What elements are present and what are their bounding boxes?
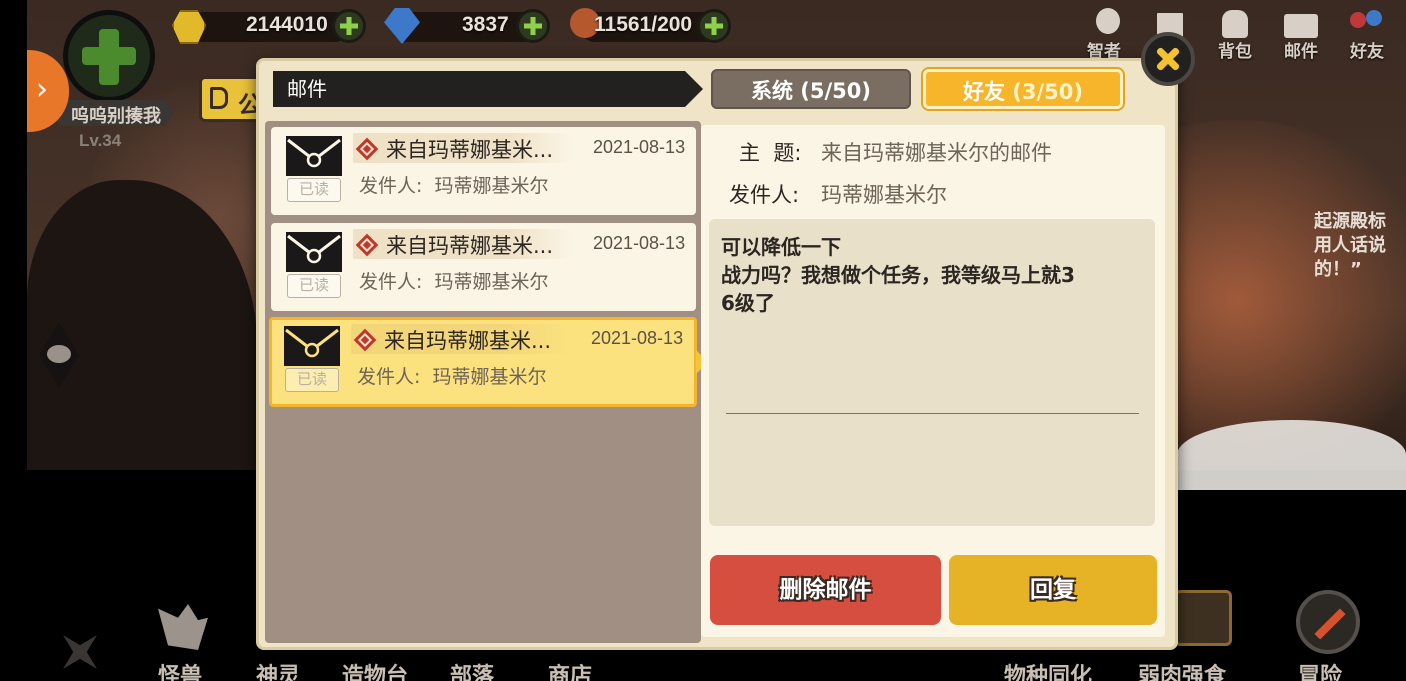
mail-list: 已读 来自玛蒂娜基米... 2021-08-13 发件人: 玛蒂娜基米尔 已读 — [265, 121, 708, 643]
bottom-nav-survival[interactable]: 弱肉强食 — [1138, 658, 1226, 681]
player-level: Lv.34 — [79, 131, 122, 150]
stamina-value: 11561/200 — [594, 13, 693, 36]
mail-list-item-selected[interactable]: 已读 来自玛蒂娜基米... 2021-08-13 发件人: 玛蒂娜基米尔 — [269, 317, 708, 407]
ground-silhouette — [1177, 420, 1406, 490]
mail-list-item[interactable]: 已读 来自玛蒂娜基米... 2021-08-13 发件人: 玛蒂娜基米尔 — [271, 127, 696, 215]
mail-sender-label: 发件人: — [359, 271, 423, 293]
message-divider — [726, 413, 1139, 414]
message-body: 可以降低一下 战力吗？我想做个任务，我等级马上就3 6级了 — [709, 219, 1155, 526]
message-text: 可以降低一下 战力吗？我想做个任务，我等级马上就3 6级了 — [721, 235, 1075, 315]
detail-subject: 来自玛蒂娜基米尔的邮件 — [821, 141, 1052, 165]
bottom-nav-shop[interactable]: 商店 — [548, 658, 592, 681]
top-menu-label-mail: 邮件 — [1284, 42, 1318, 62]
gold-value: 2144010 — [246, 13, 328, 36]
read-badge: 已读 — [285, 368, 339, 392]
tab-system-count: (5/50) — [800, 79, 871, 103]
mail-sender-name: 玛蒂娜基米尔 — [434, 271, 549, 293]
mail-date: 2021-08-13 — [593, 137, 686, 157]
envelope-icon — [286, 232, 342, 272]
add-gold-button[interactable] — [332, 9, 366, 43]
mail-subject: 来自玛蒂娜基米... — [384, 329, 552, 353]
mail-dialog: 邮件 系统 (5/50) 好友 (3/50) 已读 来自玛蒂娜基米... 202… — [256, 58, 1178, 650]
mail-sender-name: 玛蒂娜基米尔 — [434, 175, 549, 197]
mail-list-item[interactable]: 已读 来自玛蒂娜基米... 2021-08-13 发件人: 玛蒂娜基米尔 — [271, 223, 696, 311]
mail-sender: 发件人: 玛蒂娜基米尔 — [359, 171, 549, 198]
chevron-right-icon: › — [36, 72, 48, 107]
mail-sender-name: 玛蒂娜基米尔 — [432, 366, 547, 388]
dialog-title: 邮件 — [273, 71, 703, 107]
mail-sender-label: 发件人: — [359, 175, 423, 197]
detail-subject-label: 主 题: — [739, 141, 802, 165]
side-npc-text: 起源殿标 用人话说 的！” — [1314, 211, 1386, 280]
bottom-nav-tribe[interactable]: 部落 — [450, 658, 494, 681]
close-icon[interactable] — [1141, 32, 1195, 86]
detail-sender-label: 发件人: — [729, 183, 800, 207]
tab-friends-count: (3/50) — [1012, 80, 1083, 104]
bottom-nav-adventure[interactable]: 冒险 — [1298, 658, 1342, 681]
tab-friends[interactable]: 好友 (3/50) — [923, 69, 1123, 109]
lightbulb-shape — [1096, 8, 1120, 34]
player-name: 呜呜别揍我 — [71, 106, 161, 127]
mail-subject: 来自玛蒂娜基米... — [386, 138, 554, 162]
top-menu-label-friends: 好友 — [1350, 42, 1384, 62]
bottom-nav-monster[interactable]: 怪兽 — [158, 658, 202, 681]
food-chain-icon[interactable] — [1174, 590, 1232, 646]
bottom-nav-assimilate[interactable]: 物种同化 — [1004, 658, 1092, 681]
tab-system[interactable]: 系统 (5/50) — [711, 69, 911, 109]
detail-sender: 玛蒂娜基米尔 — [821, 183, 947, 207]
mail-sender: 发件人: 玛蒂娜基米尔 — [357, 362, 547, 389]
top-menu-label-bag: 背包 — [1218, 42, 1252, 62]
reply-button[interactable]: 回复 — [949, 555, 1157, 625]
compass-icon[interactable] — [1296, 590, 1360, 654]
mail-date: 2021-08-13 — [593, 233, 686, 253]
mail-subject: 来自玛蒂娜基米... — [386, 234, 554, 258]
bottom-nav-crafting[interactable]: 造物台 — [342, 658, 408, 681]
cross-emblem-icon — [82, 47, 136, 65]
compass-needle — [1314, 608, 1346, 640]
bottom-nav-spirit[interactable]: 神灵 — [256, 658, 300, 681]
add-gem-button[interactable] — [516, 9, 550, 43]
gem-value: 3837 — [462, 13, 509, 36]
envelope-icon — [286, 136, 342, 176]
mail-detail: 主 题: 来自玛蒂娜基米尔的邮件 发件人: 玛蒂娜基米尔 可以降低一下 战力吗？… — [701, 125, 1165, 637]
tab-friends-label: 好友 — [962, 80, 1005, 104]
delete-mail-button[interactable]: 删除邮件 — [710, 555, 941, 625]
megaphone-icon — [210, 87, 228, 109]
mail-date: 2021-08-13 — [591, 328, 684, 348]
chat-bubble-icon — [47, 345, 71, 363]
mail-shape — [1284, 14, 1318, 38]
game-screen: 呜呜别揍我 Lv.34 › 公 起源殿标 用人话说 的！” 2144010 38… — [0, 0, 1406, 681]
read-badge: 已读 — [287, 178, 341, 202]
player-avatar[interactable] — [63, 10, 155, 102]
add-stamina-button[interactable] — [697, 9, 731, 43]
mail-sender: 发件人: 玛蒂娜基米尔 — [359, 267, 549, 294]
friend-head-red — [1350, 12, 1366, 28]
envelope-icon — [284, 326, 340, 366]
read-badge: 已读 — [287, 274, 341, 298]
tab-system-label: 系统 — [750, 79, 793, 103]
mail-sender-label: 发件人: — [357, 366, 421, 388]
backpack-shape — [1222, 10, 1248, 38]
friend-head-blue — [1366, 10, 1382, 26]
